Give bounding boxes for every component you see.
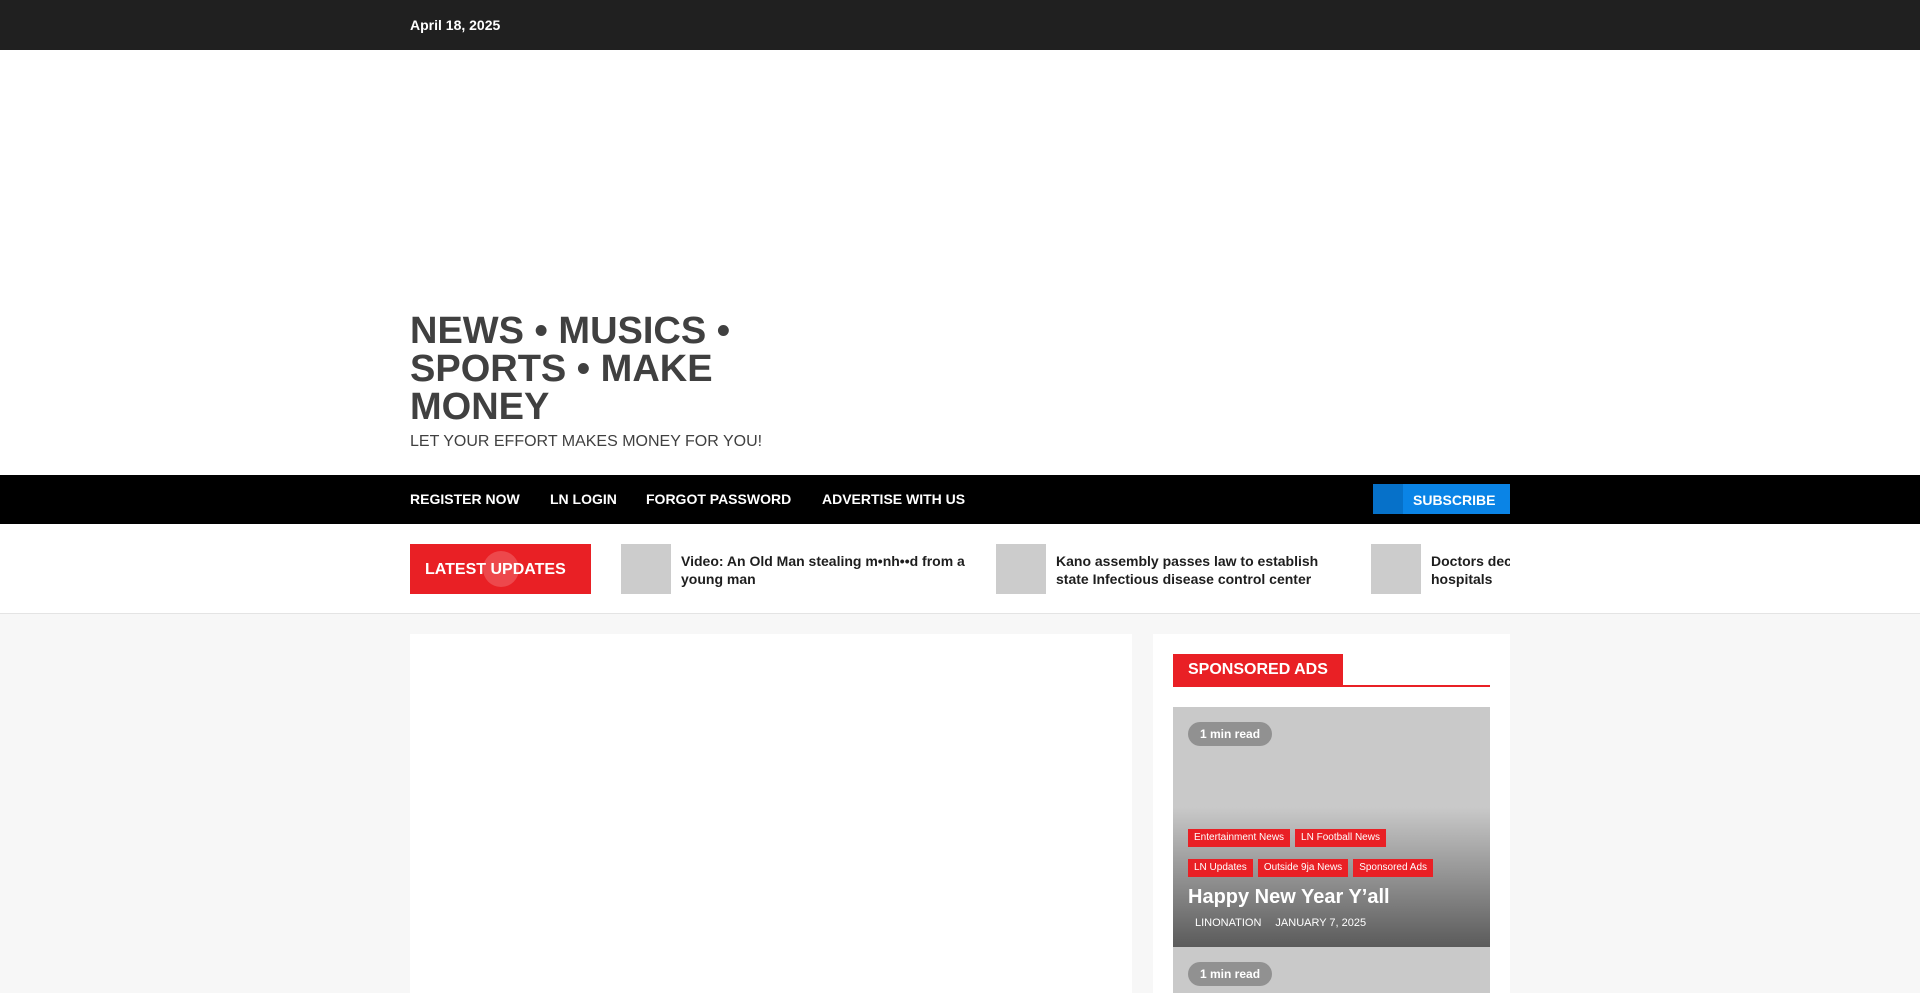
nav-ln-login[interactable]: LN LOGIN [550,491,617,507]
masthead: NEWS • MUSICS • SPORTS • MAKE MONEY LET … [0,50,1920,475]
sponsored-post-card[interactable]: 1 min read [1173,947,1490,993]
latest-updates-text: LATEST UPDATES [425,561,566,578]
latest-updates-label[interactable]: LATEST UPDATES [410,544,591,594]
ticker-viewport: LATEST UPDATES Video: An Old Man stealin… [410,524,1510,614]
sidebar: SPONSORED ADS 1 min read Entertainment N… [1153,634,1510,993]
subscribe-button[interactable]: SUBSCRIBE [1373,484,1510,514]
ticker-item-title[interactable]: Kano assembly passes law to establish st… [1056,552,1346,588]
latest-updates-ticker: LATEST UPDATES Video: An Old Man stealin… [0,524,1920,614]
ticker-thumbnail[interactable] [1371,544,1421,594]
main-content-area [410,634,1132,993]
subscribe-label: SUBSCRIBE [1413,492,1496,508]
post-title[interactable]: Happy New Year Y’all [1188,886,1390,909]
read-time-badge: 1 min read [1188,962,1273,986]
ticker-thumbnail[interactable] [621,544,671,594]
read-time-badge: 1 min read [1188,722,1273,746]
ticker-item-title[interactable]: Video: An Old Man stealing m•nh••d from … [681,552,971,588]
post-meta: LINONATION JANUARY 7, 2025 [1195,917,1366,929]
category-tag[interactable]: Outside 9ja News [1257,859,1349,877]
sponsored-post-card[interactable]: 1 min read Entertainment News LN Football… [1173,707,1490,947]
bell-icon [1373,484,1403,514]
category-tag[interactable]: Sponsored Ads [1353,859,1434,877]
post-author[interactable]: LINONATION [1195,917,1261,929]
widget-header: SPONSORED ADS [1173,654,1490,687]
category-tag[interactable]: LN Updates [1188,859,1253,877]
ticker-item-title[interactable]: Doctors declare strike in Abuja, shut do… [1431,552,1510,588]
category-tags: Entertainment News LN Football News LN Up… [1188,827,1478,887]
nav-advertise-with-us[interactable]: ADVERTISE WITH US [822,491,965,507]
category-tag[interactable]: Entertainment News [1188,829,1291,847]
category-tag[interactable]: LN Football News [1295,829,1386,847]
ticker-item[interactable]: Doctors declare strike in Abuja, shut do… [1371,544,1510,594]
site-tagline: LET YOUR EFFORT MAKES MONEY FOR YOU! [410,433,763,450]
widget-title: SPONSORED ADS [1173,654,1343,685]
nav-register-now[interactable]: REGISTER NOW [410,491,520,507]
post-date: JANUARY 7, 2025 [1275,917,1367,929]
site-title[interactable]: NEWS • MUSICS • SPORTS • MAKE MONEY [410,312,810,426]
nav-forgot-password[interactable]: FORGOT PASSWORD [646,491,791,507]
ticker-item[interactable]: Video: An Old Man stealing m•nh••d from … [621,544,981,594]
ticker-thumbnail[interactable] [996,544,1046,594]
ticker-item[interactable]: Kano assembly passes law to establish st… [996,544,1356,594]
current-date: April 18, 2025 [410,17,501,33]
main-navigation: REGISTER NOW LN LOGIN FORGOT PASSWORD AD… [0,475,1920,524]
top-bar: April 18, 2025 [0,0,1920,50]
